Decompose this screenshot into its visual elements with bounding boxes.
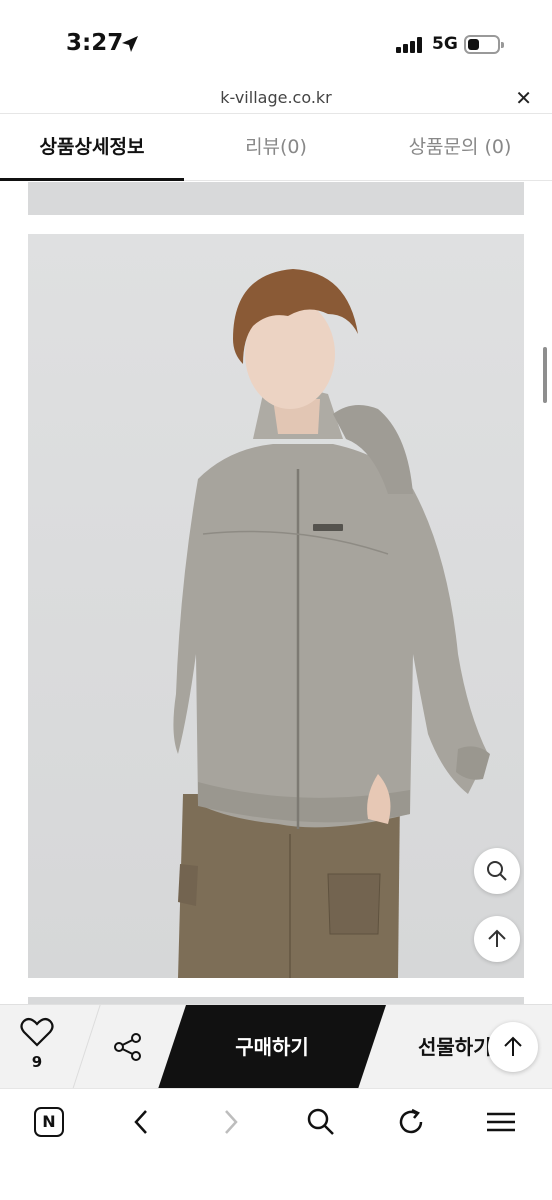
tab-reviews[interactable]: 리뷰(0) bbox=[184, 114, 368, 180]
screen: 3:27 5G k-village.co.kr ✕ 상품상세정보 리뷰(0) 상… bbox=[0, 0, 552, 1200]
like-count: 9 bbox=[31, 1053, 43, 1071]
product-detail-content[interactable] bbox=[0, 182, 552, 1004]
arrow-up-icon bbox=[504, 1036, 522, 1056]
product-tabs: 상품상세정보 리뷰(0) 상품문의 (0) bbox=[0, 113, 552, 181]
share-icon[interactable] bbox=[112, 1031, 144, 1063]
scroll-to-top-button[interactable] bbox=[488, 1022, 538, 1072]
like-button[interactable]: 9 bbox=[14, 1017, 60, 1071]
network-type: 5G bbox=[432, 34, 458, 54]
zoom-button[interactable] bbox=[474, 848, 520, 894]
search-icon[interactable] bbox=[304, 1105, 338, 1139]
tab-product-detail[interactable]: 상품상세정보 bbox=[0, 114, 184, 181]
divider bbox=[72, 1005, 101, 1089]
close-icon[interactable]: ✕ bbox=[515, 86, 532, 110]
naver-home-icon[interactable]: N bbox=[32, 1105, 66, 1139]
browser-toolbar: N bbox=[0, 1088, 552, 1200]
arrow-up-icon bbox=[488, 929, 506, 947]
heart-icon bbox=[20, 1017, 54, 1047]
zoom-icon bbox=[487, 861, 507, 881]
clock: 3:27 bbox=[66, 30, 124, 56]
reload-icon[interactable] bbox=[394, 1105, 428, 1139]
next-product-image bbox=[28, 997, 524, 1004]
scrollbar[interactable] bbox=[543, 347, 547, 403]
menu-icon[interactable] bbox=[484, 1105, 518, 1139]
forward-icon[interactable] bbox=[214, 1105, 248, 1139]
previous-product-image bbox=[28, 182, 524, 215]
back-icon[interactable] bbox=[124, 1105, 158, 1139]
product-photo bbox=[28, 234, 524, 978]
scroll-top-small-button[interactable] bbox=[474, 916, 520, 962]
tab-inquiries[interactable]: 상품문의 (0) bbox=[368, 114, 552, 180]
model-illustration bbox=[173, 269, 490, 978]
signal-icon bbox=[396, 37, 424, 53]
location-arrow-icon bbox=[122, 36, 138, 52]
url-bar[interactable]: k-village.co.kr ✕ bbox=[0, 84, 552, 112]
buy-button[interactable]: 구매하기 bbox=[158, 1005, 386, 1089]
battery-icon bbox=[464, 35, 504, 54]
status-bar: 3:27 5G bbox=[0, 0, 552, 84]
purchase-bar: 9 구매하기 선물하기 bbox=[0, 1004, 552, 1089]
url-text[interactable]: k-village.co.kr bbox=[0, 88, 552, 107]
